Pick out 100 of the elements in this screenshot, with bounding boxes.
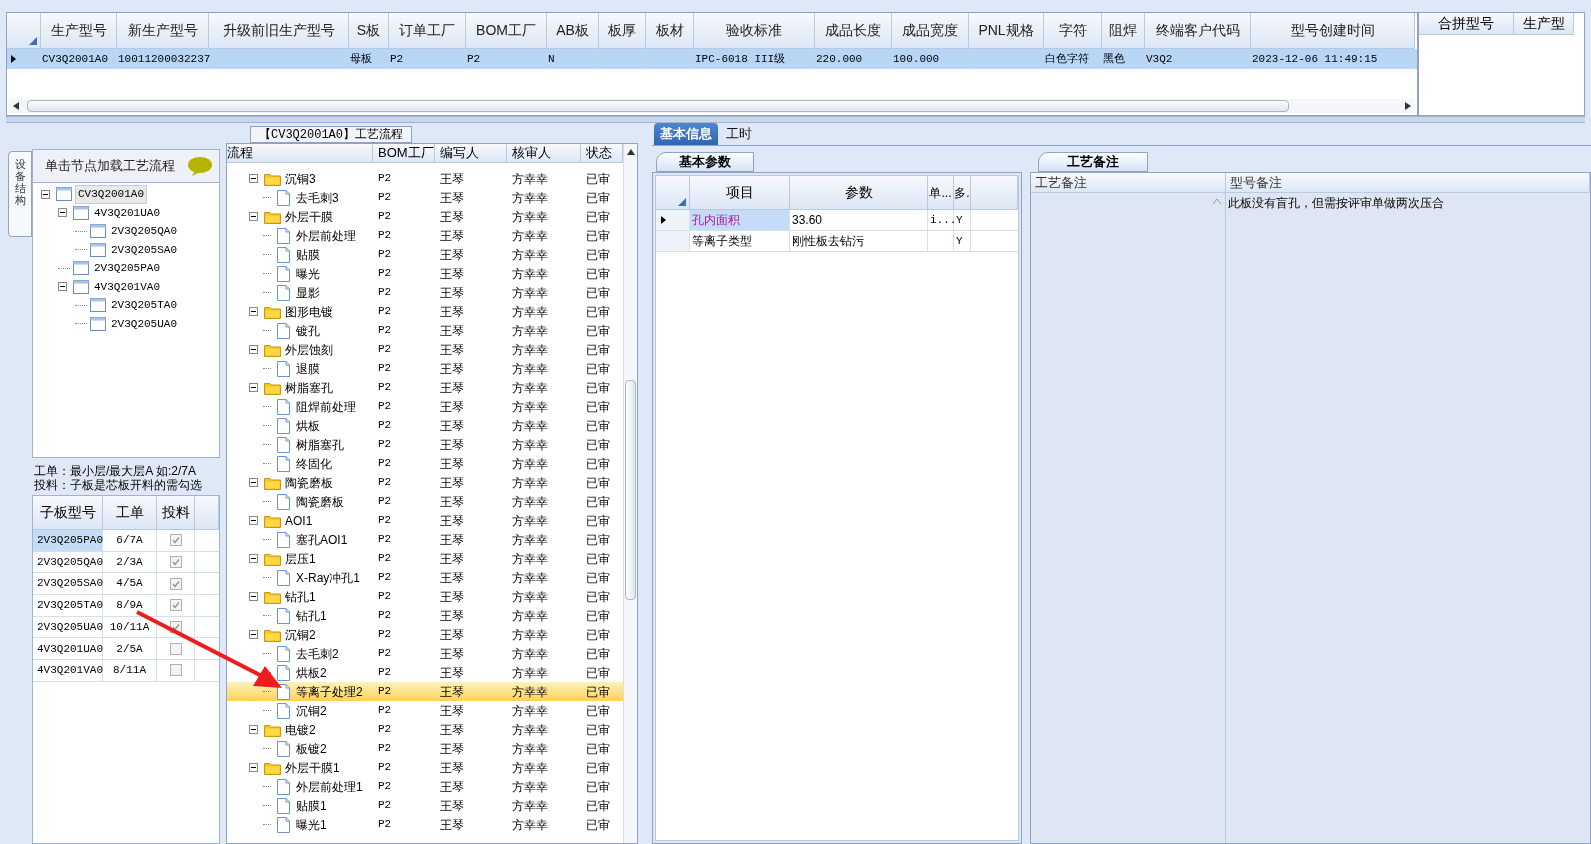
collapse-icon[interactable] bbox=[249, 630, 258, 639]
column-header[interactable]: 型号创建时间 bbox=[1251, 13, 1415, 49]
horizontal-scrollbar[interactable] bbox=[9, 99, 1415, 113]
scrollbar-thumb[interactable] bbox=[625, 380, 636, 600]
table-row[interactable]: CV3Q2001A0 10011200032237 母板 P2 P2 N IPC-6018 III级 220.000 100.000 白色字符 黑色 V3Q2 2023-12-06 11:49:15 bbox=[7, 49, 1417, 69]
scrollbar-thumb[interactable] bbox=[27, 100, 1289, 112]
tree-row[interactable]: 钻孔1 P2 王琴 方幸幸 已审 bbox=[227, 606, 623, 625]
tree-node[interactable]: 2V3Q205PA0 bbox=[92, 260, 162, 277]
collapse-icon[interactable] bbox=[249, 592, 258, 601]
column-header[interactable]: 成品长度 bbox=[815, 13, 892, 49]
tree-row[interactable]: 沉铜2 P2 王琴 方幸幸 已审 bbox=[227, 701, 623, 720]
tree-row[interactable]: 外层前处理1 P2 王琴 方幸幸 已审 bbox=[227, 777, 623, 796]
column-header[interactable]: 合拼型号 bbox=[1419, 13, 1514, 35]
column-header[interactable]: 生产型号 bbox=[41, 13, 117, 49]
checkbox[interactable] bbox=[169, 642, 182, 655]
tree-node[interactable]: CV3Q2001A0 bbox=[75, 185, 147, 204]
tree-row[interactable]: X-Ray冲孔1 P2 王琴 方幸幸 已审 bbox=[227, 568, 623, 587]
column-header[interactable]: 单... bbox=[928, 176, 954, 210]
table-cell[interactable]: 2V3Q205TA0 bbox=[33, 595, 103, 616]
table-cell[interactable]: 4V3Q201UA0 bbox=[33, 638, 103, 660]
column-header[interactable]: 子板型号 bbox=[33, 496, 103, 530]
table-cell[interactable]: 2V3Q205QA0 bbox=[33, 551, 103, 573]
column-header[interactable]: AB板 bbox=[547, 13, 599, 49]
collapse-icon[interactable] bbox=[249, 174, 258, 183]
table-cell[interactable]: 2V3Q205SA0 bbox=[33, 573, 103, 595]
tree-node[interactable]: 2V3Q205TA0 bbox=[109, 297, 179, 314]
tree-row[interactable]: 板镀2 P2 王琴 方幸幸 已审 bbox=[227, 739, 623, 758]
tree-row[interactable]: 去毛刺3 P2 王琴 方幸幸 已审 bbox=[227, 188, 623, 207]
column-header[interactable]: 订单工厂 bbox=[389, 13, 466, 49]
tree-row[interactable]: 贴膜 P2 王琴 方幸幸 已审 bbox=[227, 245, 623, 264]
column-header[interactable]: 型号备注 bbox=[1226, 173, 1590, 193]
checkbox[interactable] bbox=[169, 577, 182, 590]
column-header[interactable]: 编写人 bbox=[435, 144, 507, 163]
collapse-icon[interactable] bbox=[249, 383, 258, 392]
section-tab[interactable]: 基本参数 bbox=[656, 152, 754, 172]
collapse-icon[interactable] bbox=[41, 189, 50, 199]
column-header[interactable]: 升级前旧生产型号 bbox=[209, 13, 349, 49]
tab[interactable]: 基本信息 bbox=[654, 123, 718, 145]
tab[interactable]: 工时 bbox=[720, 123, 758, 145]
column-header[interactable]: 核审人 bbox=[507, 144, 581, 163]
section-tab[interactable]: 工艺备注 bbox=[1038, 152, 1148, 172]
tree-row[interactable]: 沉铜3 P2 王琴 方幸幸 已审 bbox=[227, 169, 623, 188]
column-header[interactable]: PNL规格 bbox=[969, 13, 1044, 49]
column-header[interactable]: 流程 bbox=[227, 144, 373, 163]
tree-row[interactable]: 外层干膜 P2 王琴 方幸幸 已审 bbox=[227, 207, 623, 226]
collapse-icon[interactable] bbox=[249, 554, 258, 563]
tree-row[interactable]: 显影 P2 王琴 方幸幸 已审 bbox=[227, 283, 623, 302]
tree-node[interactable]: 2V3Q205QA0 bbox=[109, 223, 179, 240]
collapse-icon[interactable] bbox=[58, 282, 67, 292]
tree-row[interactable]: 烘板 P2 王琴 方幸幸 已审 bbox=[227, 416, 623, 435]
table-cell[interactable]: 4V3Q201VA0 bbox=[33, 660, 103, 681]
column-header[interactable]: 终端客户代码 bbox=[1145, 13, 1251, 49]
table-cell[interactable]: 2V3Q205UA0 bbox=[33, 616, 103, 638]
tree-node[interactable]: 4V3Q201UA0 bbox=[92, 204, 162, 221]
tree-row[interactable]: 陶瓷磨板 P2 王琴 方幸幸 已审 bbox=[227, 473, 623, 492]
tree-node[interactable]: 2V3Q205SA0 bbox=[109, 241, 179, 258]
tree-row[interactable]: 终固化 P2 王琴 方幸幸 已审 bbox=[227, 454, 623, 473]
table-cell[interactable]: 等离子类型 bbox=[692, 232, 752, 250]
checkbox[interactable] bbox=[169, 556, 182, 569]
tree-row[interactable]: 沉铜2 P2 王琴 方幸幸 已审 bbox=[227, 625, 623, 644]
tree-node[interactable]: 4V3Q201VA0 bbox=[92, 278, 162, 295]
tree-row[interactable]: 塞孔AOI1 P2 王琴 方幸幸 已审 bbox=[227, 530, 623, 549]
column-header[interactable]: 工艺备注 bbox=[1031, 173, 1226, 193]
column-header[interactable]: 成品宽度 bbox=[892, 13, 969, 49]
column-header[interactable]: 多. bbox=[954, 176, 971, 210]
checkbox[interactable] bbox=[169, 599, 182, 612]
side-tab[interactable]: 设备结构 bbox=[8, 151, 32, 237]
tree-row[interactable]: 外层干膜1 P2 王琴 方幸幸 已审 bbox=[227, 758, 623, 777]
tree-row[interactable]: 电镀2 P2 王琴 方幸幸 已审 bbox=[227, 720, 623, 739]
column-header[interactable]: BOM工厂 bbox=[373, 144, 435, 163]
column-header[interactable]: 生产型 bbox=[1514, 13, 1574, 35]
checkbox[interactable] bbox=[169, 664, 182, 677]
collapse-icon[interactable] bbox=[249, 725, 258, 734]
column-header[interactable]: 字符 bbox=[1044, 13, 1102, 49]
tree-row[interactable]: 图形电镀 P2 王琴 方幸幸 已审 bbox=[227, 302, 623, 321]
tree-row[interactable]: 陶瓷磨板 P2 王琴 方幸幸 已审 bbox=[227, 492, 623, 511]
column-header[interactable]: 工单 bbox=[103, 496, 157, 530]
column-header[interactable]: 投料 bbox=[157, 496, 195, 530]
tree-row[interactable]: 阻焊前处理 P2 王琴 方幸幸 已审 bbox=[227, 397, 623, 416]
vertical-scrollbar[interactable] bbox=[623, 144, 637, 843]
tree-row[interactable]: AOI1 P2 王琴 方幸幸 已审 bbox=[227, 511, 623, 530]
column-header[interactable]: 新生产型号 bbox=[117, 13, 209, 49]
column-header[interactable]: BOM工厂 bbox=[466, 13, 547, 49]
collapse-icon[interactable] bbox=[249, 212, 258, 221]
table-cell[interactable]: 2V3Q205PA0 bbox=[33, 530, 103, 551]
tree-row[interactable]: 等离子处理2 P2 王琴 方幸幸 已审 bbox=[227, 682, 623, 701]
column-header[interactable]: 验收标准 bbox=[694, 13, 815, 49]
tree-row[interactable]: 树脂塞孔 P2 王琴 方幸幸 已审 bbox=[227, 435, 623, 454]
tree-row[interactable]: 镀孔 P2 王琴 方幸幸 已审 bbox=[227, 321, 623, 340]
row-header[interactable] bbox=[656, 210, 690, 230]
collapse-icon[interactable] bbox=[249, 307, 258, 316]
tree-row[interactable]: 贴膜1 P2 王琴 方幸幸 已审 bbox=[227, 796, 623, 815]
column-header[interactable]: 阻焊 bbox=[1102, 13, 1145, 49]
tree-row[interactable]: 层压1 P2 王琴 方幸幸 已审 bbox=[227, 549, 623, 568]
collapse-icon[interactable] bbox=[58, 208, 67, 218]
collapse-icon[interactable] bbox=[249, 345, 258, 354]
tree-row[interactable]: 外层前处理 P2 王琴 方幸幸 已审 bbox=[227, 226, 623, 245]
collapse-icon[interactable] bbox=[249, 763, 258, 772]
column-header[interactable]: 板材 bbox=[646, 13, 694, 49]
tree-node[interactable]: 2V3Q205UA0 bbox=[109, 315, 179, 332]
